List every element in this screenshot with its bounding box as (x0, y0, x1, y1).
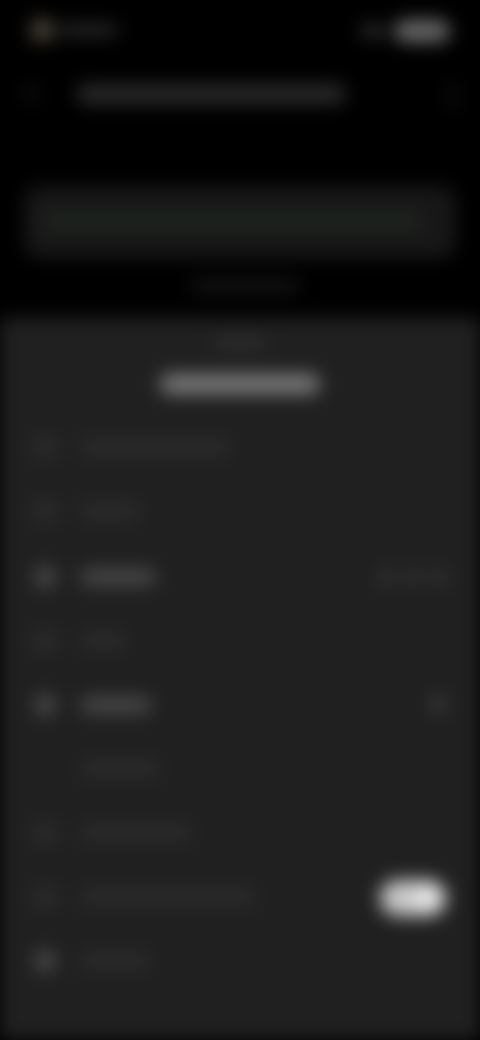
menu-item[interactable] (0, 552, 480, 604)
dot-icon (406, 570, 420, 584)
item-icon (34, 436, 56, 458)
menu-item-label (80, 439, 230, 455)
menu-item-label (80, 953, 150, 969)
menu-item-label (80, 761, 160, 777)
menu-item[interactable] (0, 744, 480, 796)
preview-text (42, 212, 422, 230)
toggle-switch[interactable] (380, 880, 446, 916)
menu-item[interactable] (0, 872, 480, 924)
status-time (58, 24, 118, 36)
item-icon (34, 694, 56, 716)
menu-item-label (80, 569, 156, 585)
sheet-title (160, 374, 320, 394)
sheet-drag-handle[interactable] (216, 340, 264, 346)
item-icon (34, 500, 56, 522)
menu-item-label (80, 697, 152, 713)
bottom-sheet (0, 318, 480, 1040)
battery-icon (394, 20, 450, 42)
preview-card[interactable] (24, 186, 456, 258)
chevron-right-icon (430, 696, 446, 712)
more-vertical-icon[interactable] (450, 82, 456, 108)
status-bar (0, 14, 480, 48)
menu-item[interactable] (0, 422, 480, 474)
menu-item-label (80, 633, 126, 649)
item-icon (34, 566, 56, 588)
menu-item-label (80, 503, 140, 519)
item-icon (34, 630, 56, 652)
menu-item[interactable] (0, 936, 480, 988)
status-icons (350, 20, 450, 42)
page-title (76, 84, 346, 104)
toggle-knob (414, 884, 442, 912)
status-indicator-icon (30, 18, 54, 42)
item-icon (34, 950, 56, 972)
menu-item-label (80, 889, 256, 905)
item-icon (34, 822, 56, 844)
item-icon (34, 758, 56, 780)
menu-item-label (80, 825, 192, 841)
dot-icon (380, 570, 394, 584)
menu-item[interactable] (0, 808, 480, 860)
item-icon (34, 886, 56, 908)
blurred-screen (0, 0, 480, 1040)
chevron-left-icon[interactable] (25, 83, 45, 103)
signal-icon (360, 26, 386, 36)
menu-item[interactable] (0, 680, 480, 732)
menu-item[interactable] (0, 486, 480, 538)
preview-caption (190, 280, 300, 292)
page-header (0, 76, 480, 116)
trailing-dots (380, 570, 450, 584)
menu-item[interactable] (0, 616, 480, 668)
dot-icon (432, 570, 446, 584)
